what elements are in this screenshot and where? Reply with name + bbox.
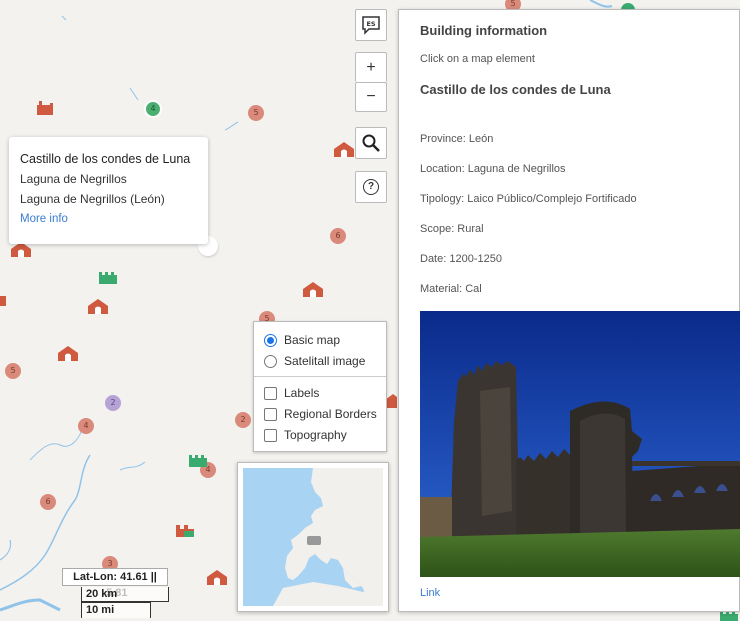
scale-bar-mi: 10 mi — [81, 602, 151, 618]
castle-marker-icon[interactable] — [35, 99, 57, 115]
overview-map[interactable] — [237, 462, 389, 612]
layer-selector: Basic map Satelitall image Labels Region… — [253, 321, 387, 452]
overlay-option-labels[interactable]: Labels — [264, 384, 319, 402]
more-info-link[interactable]: More info — [20, 209, 197, 229]
overview-map-canvas — [243, 468, 383, 606]
house-marker-icon[interactable] — [87, 298, 109, 314]
cluster-marker[interactable]: 4 — [144, 100, 162, 118]
minus-icon: − — [366, 88, 376, 105]
popup-municipality: Laguna de Negrillos (León) — [20, 192, 165, 206]
radio-button[interactable] — [264, 333, 277, 347]
basemap-label: Basic map — [284, 333, 341, 347]
house-marker-icon[interactable] — [333, 141, 355, 157]
help-button[interactable]: ? — [355, 171, 387, 203]
checkbox[interactable] — [264, 386, 277, 400]
house-marker-icon[interactable] — [0, 290, 6, 306]
overlay-option-borders[interactable]: Regional Borders — [264, 405, 377, 423]
cluster-marker[interactable]: 5 — [248, 105, 264, 121]
scale-bar-km: 20 km — [81, 587, 169, 602]
checkbox[interactable] — [264, 428, 277, 442]
cluster-marker[interactable]: 6 — [330, 228, 346, 244]
cluster-marker[interactable]: 4 — [78, 418, 94, 434]
castle-marker-icon[interactable] — [187, 451, 209, 467]
basemap-label: Satelitall image — [284, 354, 366, 368]
popup-location: Laguna de Negrillos — [20, 172, 127, 186]
divider — [254, 376, 386, 377]
coordinates-readout: Lat-Lon: 41.61 || -5.81 — [62, 568, 168, 599]
cluster-marker[interactable]: 2 — [105, 395, 121, 411]
house-marker-icon[interactable] — [302, 281, 324, 297]
zoom-out-button[interactable]: − — [355, 82, 387, 112]
building-info-panel: Building information Click on a map elem… — [398, 9, 740, 612]
overlay-option-topography[interactable]: Topography — [264, 426, 347, 444]
cluster-marker[interactable]: 6 — [40, 494, 56, 510]
zoom-in-button[interactable]: + — [355, 52, 387, 82]
province-field: Province: León — [420, 133, 494, 145]
building-popup: Castillo de los condes de Luna Laguna de… — [9, 137, 208, 244]
basemap-option-basic[interactable]: Basic map — [264, 331, 340, 349]
checkbox[interactable] — [264, 407, 277, 421]
building-link[interactable]: Link — [420, 587, 440, 599]
date-field: Date: 1200-1250 — [420, 253, 502, 265]
house-marker-icon[interactable] — [206, 569, 228, 585]
overlay-label: Labels — [284, 386, 320, 400]
radio-button[interactable] — [264, 354, 277, 368]
overlay-label: Topography — [284, 428, 347, 442]
basemap-option-satellite[interactable]: Satelitall image — [264, 352, 365, 370]
castle-marker-icon[interactable] — [97, 268, 119, 284]
overlay-label: Regional Borders — [284, 407, 377, 421]
building-photo — [420, 311, 740, 577]
panel-hint: Click on a map element — [420, 53, 535, 65]
panel-title: Building information — [420, 23, 548, 38]
cluster-marker[interactable]: 5 — [5, 363, 21, 379]
help-icon: ? — [363, 179, 379, 195]
plus-icon: + — [366, 58, 376, 76]
location-field: Location: Laguna de Negrillos — [420, 163, 566, 175]
search-icon — [362, 134, 380, 152]
language-button[interactable]: ES — [355, 9, 387, 41]
material-field: Material: Cal — [420, 283, 482, 295]
house-marker-icon[interactable] — [57, 345, 79, 361]
search-button[interactable] — [355, 127, 387, 159]
castle-marker-icon[interactable] — [174, 521, 196, 537]
popup-title: Castillo de los condes de Luna — [20, 152, 191, 166]
language-label: ES — [366, 20, 375, 28]
building-name: Castillo de los condes de Luna — [420, 82, 611, 97]
speech-bubble-icon: ES — [362, 16, 380, 35]
cluster-marker[interactable]: 2 — [235, 412, 251, 428]
typology-field: Tipology: Laico Público/Complejo Fortifi… — [420, 193, 637, 205]
scope-field: Scope: Rural — [420, 223, 484, 235]
